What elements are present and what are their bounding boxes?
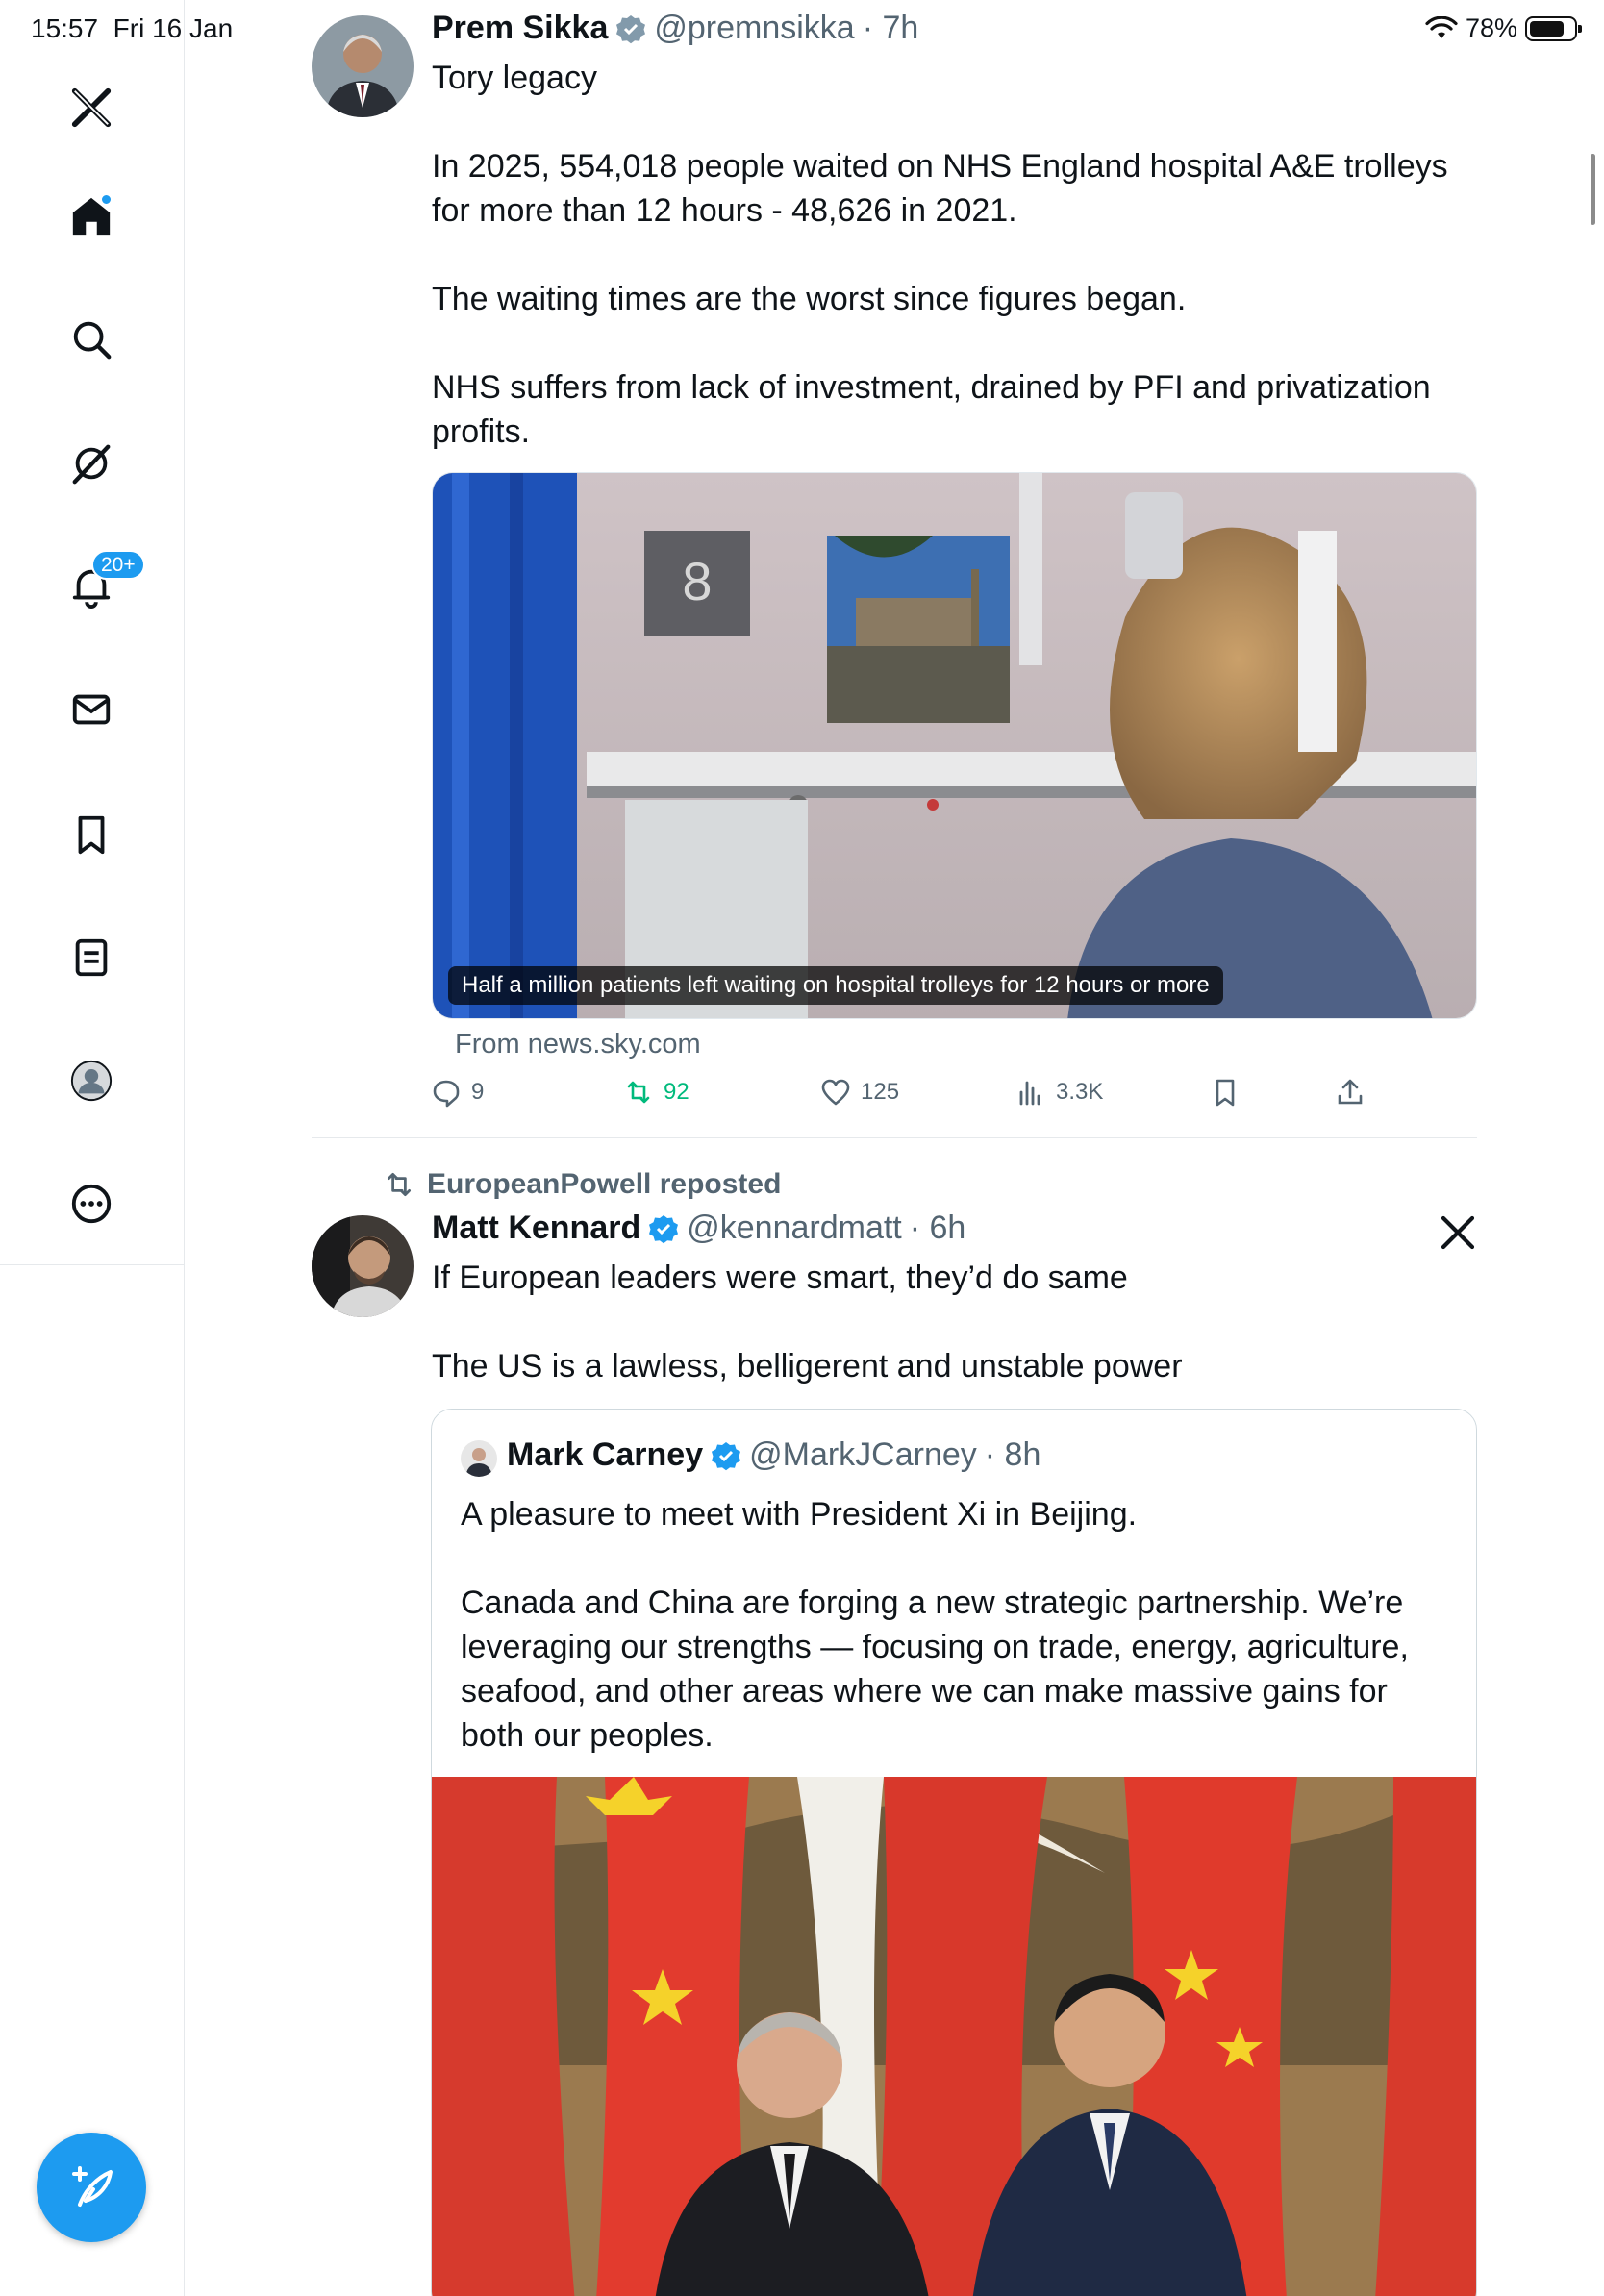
compose-icon bbox=[72, 2166, 113, 2207]
share-icon bbox=[1338, 1079, 1363, 1105]
search-icon[interactable] bbox=[64, 312, 118, 366]
reply-icon bbox=[433, 1080, 460, 1108]
views-count: 3.3K bbox=[1056, 1079, 1104, 1105]
home-notification-dot bbox=[100, 193, 113, 206]
reply-button[interactable]: 9 bbox=[431, 1077, 484, 1108]
hospital-photo: 8 bbox=[433, 473, 1476, 1018]
repost-indicator-icon bbox=[387, 1172, 412, 1197]
link-card-source[interactable]: From news.sky.com bbox=[455, 1029, 701, 1061]
quoted-timestamp: · 8h bbox=[984, 1436, 1041, 1473]
views-icon bbox=[1019, 1081, 1040, 1106]
verified-badge-icon bbox=[712, 1441, 741, 1470]
views-button[interactable]: 3.3K bbox=[1015, 1077, 1103, 1108]
like-icon bbox=[821, 1079, 850, 1106]
quoted-tweet[interactable]: Mark Carney @MarkJCarney · 8h A pleasure… bbox=[431, 1409, 1477, 2296]
battery-icon bbox=[1525, 15, 1582, 41]
tweet-author-name[interactable]: Prem Sikka bbox=[432, 10, 608, 47]
battery-percent: 78% bbox=[1465, 13, 1517, 42]
repost-label-text: EuropeanPowell reposted bbox=[427, 1168, 782, 1200]
sidebar: 20+ bbox=[0, 0, 185, 2296]
repost-label[interactable]: EuropeanPowell reposted bbox=[383, 1168, 781, 1201]
like-count: 125 bbox=[861, 1079, 900, 1105]
wifi-icon bbox=[1425, 15, 1458, 38]
quoted-author-name: Mark Carney bbox=[507, 1436, 704, 1473]
grok-icon[interactable] bbox=[64, 437, 118, 490]
bookmarks-icon[interactable] bbox=[64, 808, 118, 861]
compose-button[interactable] bbox=[37, 2133, 146, 2242]
bookmark-icon bbox=[1216, 1079, 1235, 1107]
sidebar-divider bbox=[0, 1264, 185, 1265]
tweet-author-name[interactable]: Matt Kennard bbox=[432, 1210, 640, 1247]
quoted-author-avatar[interactable] bbox=[461, 1440, 497, 1477]
bay-number: 8 bbox=[682, 551, 712, 611]
notifications-badge: 20+ bbox=[91, 550, 145, 581]
home-icon[interactable] bbox=[64, 189, 118, 243]
repost-button[interactable]: 92 bbox=[623, 1077, 689, 1108]
tweet-header: Prem Sikka @premnsikka · 7h bbox=[432, 10, 918, 47]
messages-icon[interactable] bbox=[64, 683, 118, 736]
quoted-tweet-text: A pleasure to meet with President Xi in … bbox=[461, 1496, 1409, 1754]
tweet-text: If European leaders were smart, they’d d… bbox=[432, 1260, 1183, 1385]
share-button[interactable] bbox=[1335, 1077, 1366, 1108]
verified-badge-icon bbox=[616, 14, 646, 43]
repost-count: 92 bbox=[664, 1079, 689, 1105]
more-icon[interactable] bbox=[64, 1177, 118, 1231]
repost-icon bbox=[627, 1081, 650, 1104]
quoted-tweet-image[interactable] bbox=[432, 1777, 1476, 2296]
notifications-icon[interactable]: 20+ bbox=[64, 550, 145, 613]
tweet-header: Matt Kennard @kennardmatt · 6h bbox=[432, 1210, 965, 1247]
tweet-timestamp[interactable]: · 6h bbox=[910, 1210, 966, 1247]
bookmark-button[interactable] bbox=[1210, 1077, 1241, 1108]
x-logo-icon[interactable] bbox=[64, 81, 118, 135]
tweet-author-avatar[interactable] bbox=[312, 1215, 414, 1317]
tweet-author-handle[interactable]: @kennardmatt bbox=[687, 1210, 902, 1247]
tweet-divider bbox=[312, 1137, 1477, 1138]
reply-count: 9 bbox=[471, 1079, 485, 1105]
quoted-tweet-header: Mark Carney @MarkJCarney · 8h bbox=[507, 1436, 1040, 1474]
link-card-image[interactable]: 8 Half a million patients left waiting o… bbox=[432, 472, 1477, 1019]
lists-icon[interactable] bbox=[64, 931, 118, 985]
tweet-author-avatar[interactable] bbox=[312, 15, 414, 117]
quoted-author-handle: @MarkJCarney bbox=[749, 1436, 977, 1473]
link-card-caption: Half a million patients left waiting on … bbox=[448, 966, 1223, 1005]
like-button[interactable]: 125 bbox=[820, 1077, 899, 1108]
carney-xi-photo bbox=[432, 1777, 1476, 2296]
tweet-text: Tory legacy In 2025, 554,018 people wait… bbox=[432, 60, 1448, 450]
tweet-actions: 9 92 125 3.3K bbox=[431, 1077, 1392, 1125]
scrollbar[interactable] bbox=[1591, 154, 1595, 225]
verified-badge-icon bbox=[649, 1214, 679, 1243]
profile-icon[interactable] bbox=[64, 1054, 118, 1108]
status-bar-indicators: 78% bbox=[1425, 13, 1582, 43]
tweet-timestamp[interactable]: · 7h bbox=[863, 10, 919, 47]
tweet-more-icon[interactable] bbox=[1439, 1213, 1477, 1257]
tweet-author-handle[interactable]: @premnsikka bbox=[654, 10, 854, 47]
